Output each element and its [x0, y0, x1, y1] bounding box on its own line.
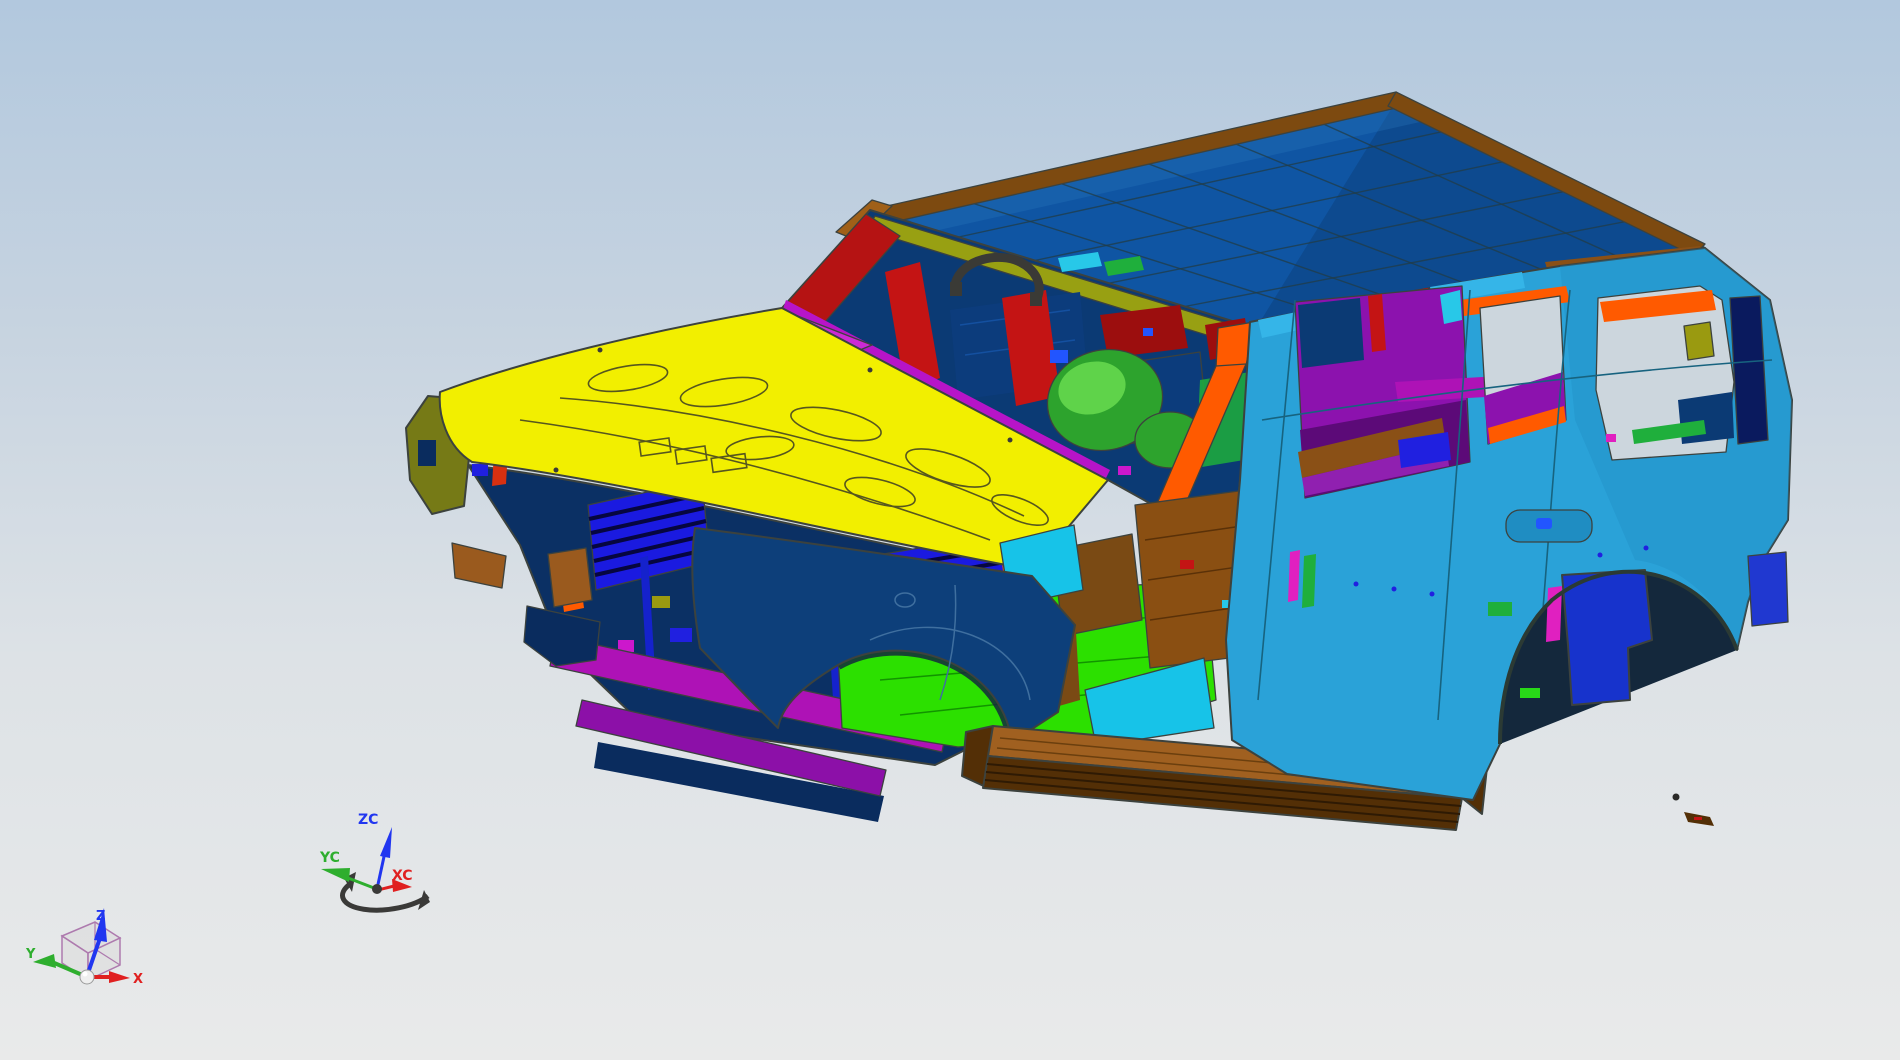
datum-origin-ball[interactable] — [79, 969, 95, 985]
front-bracket-copper[interactable] — [451, 542, 507, 589]
blue-chip — [670, 628, 692, 642]
spot-weld-dot — [1353, 581, 1359, 587]
hood-bolt — [1007, 437, 1013, 443]
rear-lower-blue-patch[interactable] — [1747, 551, 1789, 627]
magenta-chip — [1606, 434, 1616, 442]
wcs-axis-x[interactable]: XC — [377, 868, 413, 892]
blue-chip — [472, 464, 488, 476]
aperture-cyan-chip — [1440, 290, 1462, 324]
wcs-triad[interactable]: ZC YC XC — [319, 812, 430, 913]
wcs-z-label[interactable]: ZC — [358, 812, 378, 828]
grab-handle-base — [1030, 292, 1042, 306]
wcs-x-label[interactable]: XC — [392, 868, 413, 884]
hood-bolt — [597, 347, 603, 353]
magenta-chip — [1118, 466, 1131, 475]
cowl-side-dark-patch — [418, 440, 436, 466]
aperture-navy-patch — [1298, 298, 1364, 368]
cad-viewport[interactable]: ZC YC XC Z Y X — [0, 0, 1900, 1060]
datum-y-label[interactable]: Y — [25, 947, 36, 962]
wcs-y-label[interactable]: YC — [319, 850, 340, 866]
hood-bolt — [867, 367, 873, 373]
wcs-z-arrowhead[interactable] — [380, 827, 392, 858]
arch-green-chip — [1520, 688, 1540, 698]
datum-x-arrowhead[interactable] — [109, 971, 130, 983]
wcs-y-arrowhead[interactable] — [321, 868, 350, 882]
spot-weld-dot — [1429, 591, 1435, 597]
wcs-origin-knob[interactable] — [372, 884, 382, 894]
detached-small-parts[interactable] — [1672, 793, 1715, 827]
hood-bolt — [553, 467, 559, 473]
datum-z-label[interactable]: Z — [96, 909, 105, 924]
olive-chip — [652, 596, 670, 608]
pillar-magenta-sliver — [1288, 550, 1300, 602]
spot-weld-dot — [1597, 552, 1603, 558]
wcs-axis-z[interactable]: ZC — [358, 812, 392, 890]
datum-y-arrowhead[interactable] — [33, 954, 56, 968]
grab-handle-base — [950, 282, 962, 296]
red-chip — [1180, 560, 1194, 569]
spot-weld-dot — [1391, 586, 1397, 592]
glint-chip — [1050, 350, 1068, 363]
datum-x-label[interactable]: X — [133, 972, 143, 987]
datum-origin-ball-highlight — [82, 971, 88, 977]
door-handle-recess[interactable] — [1505, 509, 1593, 543]
datum-csys[interactable]: Z Y X — [25, 908, 143, 987]
body-side-assembly[interactable] — [1225, 247, 1793, 801]
3d-scene[interactable]: ZC YC XC Z Y X — [0, 0, 1900, 1060]
small-part-red-line — [1694, 817, 1702, 820]
wcs-z-shaft[interactable] — [375, 851, 387, 890]
blue-chip — [1143, 328, 1153, 336]
spot-weld-dot — [1643, 545, 1649, 551]
pillar-green-sliver — [1302, 554, 1316, 608]
arch-green-chip — [1488, 602, 1512, 616]
copper-bracket[interactable] — [547, 547, 593, 608]
car-body-model[interactable] — [405, 91, 1793, 831]
door-handle-glint — [1536, 518, 1552, 529]
small-part-dot[interactable] — [1672, 793, 1680, 801]
quarter-window-bracket[interactable] — [1683, 321, 1715, 361]
